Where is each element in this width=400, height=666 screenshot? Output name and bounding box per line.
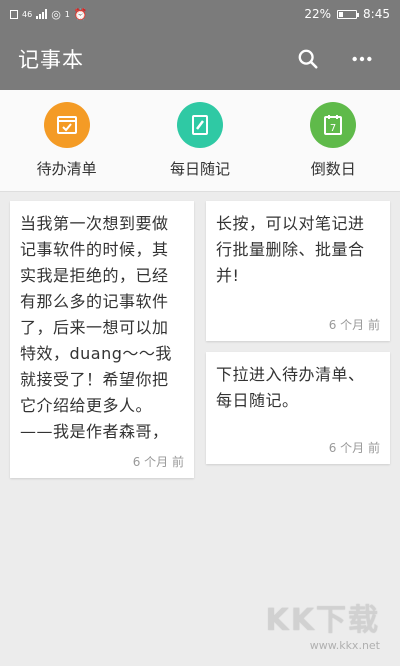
- shortcut-todo[interactable]: 待办清单: [12, 102, 122, 179]
- signal-icon: [36, 9, 48, 19]
- shortcut-bar: 待办清单 每日随记 7 倒数日: [0, 90, 400, 192]
- battery-percent: 22%: [304, 7, 332, 21]
- status-right: 22% 8:45: [304, 7, 390, 21]
- network-type-label: 46: [22, 9, 33, 19]
- battery-fill: [339, 11, 343, 17]
- status-left: 46 ◎ 1 ⏰: [10, 8, 88, 21]
- shortcut-journal[interactable]: 每日随记: [145, 102, 255, 179]
- search-button[interactable]: [288, 39, 328, 79]
- note-text: 下拉进入待办清单、每日随记。: [216, 365, 365, 410]
- todo-icon-circle: [43, 102, 90, 148]
- alarm-icon: ⏰: [73, 7, 88, 21]
- clock: 8:45: [363, 7, 390, 21]
- shortcut-todo-label: 待办清单: [36, 160, 97, 178]
- note-text: 长按，可以对笔记进行批量删除、批量合并!: [216, 214, 365, 285]
- battery-icon: [337, 9, 360, 19]
- note-time: 6 个月 前: [132, 455, 184, 469]
- watermark-brand: KK下载: [265, 603, 380, 638]
- note-time: 6 个月 前: [328, 318, 380, 332]
- journal-icon: [191, 115, 208, 135]
- search-icon: [298, 49, 318, 69]
- calendar-icon-circle: 7: [310, 102, 357, 148]
- note-card[interactable]: 当我第一次想到要做记事软件的时候，其实我是拒绝的，已经有那么多的记事软件了，后来…: [10, 201, 194, 478]
- note-time: 6 个月 前: [328, 441, 380, 455]
- shortcut-countdown-label: 倒数日: [310, 160, 356, 178]
- calendar-icon-number: 7: [330, 123, 336, 134]
- note-card[interactable]: 长按，可以对笔记进行批量删除、批量合并! 6 个月 前: [206, 201, 390, 341]
- note-card[interactable]: 下拉进入待办清单、每日随记。 6 个月 前: [206, 352, 390, 464]
- watermark: KK下载 www.kkx.net: [266, 595, 381, 652]
- more-icon: [352, 56, 372, 62]
- status-bar: 46 ◎ 1 ⏰ 22% 8:45: [0, 0, 400, 28]
- shortcut-countdown[interactable]: 7 倒数日: [278, 102, 388, 179]
- journal-icon-circle: [176, 102, 223, 148]
- note-text: 当我第一次想到要做记事软件的时候，其实我是拒绝的，已经有那么多的记事软件了，后来…: [20, 214, 172, 441]
- more-button[interactable]: [342, 39, 382, 79]
- watermark-url: www.kkx.net: [309, 639, 380, 652]
- shortcut-journal-label: 每日随记: [169, 160, 230, 178]
- sim-icon: [10, 9, 18, 19]
- calendar-icon: 7: [324, 115, 343, 135]
- app-title: 记事本: [18, 48, 84, 72]
- app-bar: 记事本: [0, 28, 400, 90]
- hotspot-icon: ◎: [51, 7, 61, 21]
- sim2-label: 1: [64, 9, 70, 19]
- todo-icon: [56, 116, 77, 134]
